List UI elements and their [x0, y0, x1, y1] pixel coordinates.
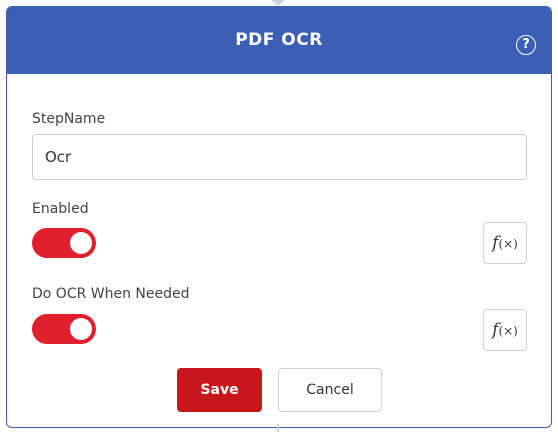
step-name-input[interactable]: Ocr	[32, 134, 527, 180]
save-button[interactable]: Save	[177, 368, 262, 412]
pdf-ocr-dialog: PDF OCR ? StepName Ocr Enabled f(×) Do O…	[6, 6, 552, 428]
enabled-label: Enabled	[32, 201, 89, 217]
function-icon-args: (×)	[498, 324, 518, 338]
step-name-label: StepName	[32, 111, 106, 127]
enabled-expression-button[interactable]: f(×)	[483, 222, 527, 264]
toggle-knob	[70, 232, 92, 254]
canvas: PDF OCR ? StepName Ocr Enabled f(×) Do O…	[0, 0, 558, 432]
do-ocr-when-needed-label: Do OCR When Needed	[32, 286, 190, 302]
cancel-button[interactable]: Cancel	[278, 368, 382, 412]
connector-bottom-line	[277, 424, 279, 432]
dialog-header: PDF OCR ?	[7, 7, 551, 74]
do-ocr-expression-button[interactable]: f(×)	[483, 309, 527, 351]
toggle-knob	[70, 318, 92, 340]
enabled-toggle[interactable]	[32, 228, 96, 258]
help-icon[interactable]: ?	[516, 35, 536, 55]
do-ocr-when-needed-toggle[interactable]	[32, 314, 96, 344]
function-icon-args: (×)	[498, 237, 518, 251]
dialog-title: PDF OCR	[235, 30, 323, 50]
